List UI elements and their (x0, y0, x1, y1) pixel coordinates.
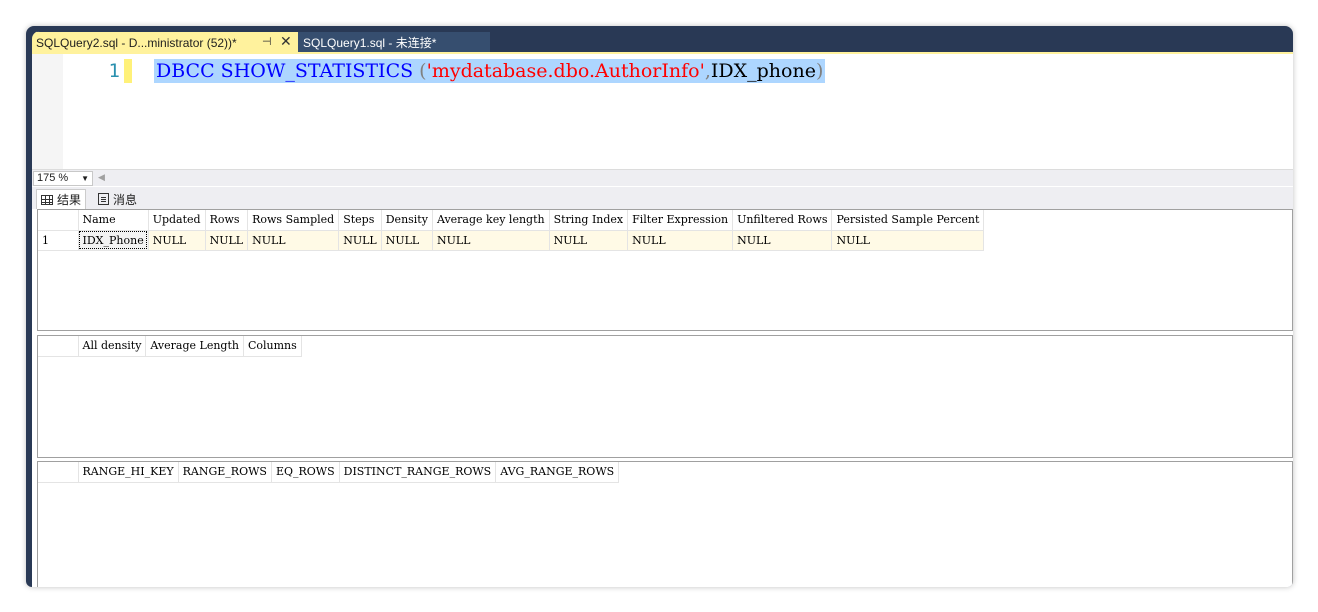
ssms-window: SQLQuery2.sql - D...ministrator (52))* ⊣… (26, 26, 1293, 587)
column-header[interactable]: All density (78, 336, 147, 357)
grid-corner[interactable] (38, 336, 79, 357)
document-tab-bar: SQLQuery2.sql - D...ministrator (52))* ⊣… (32, 31, 1293, 54)
row-number[interactable]: 1 (38, 230, 79, 251)
column-header[interactable]: Steps (338, 210, 382, 231)
string-literal: 'mydatabase.dbo.AuthorInfo' (426, 60, 705, 82)
zoom-bar: 175 % ▼ ◀ (32, 169, 1293, 186)
tab-results-label: 结果 (57, 193, 82, 207)
column-header[interactable]: Average Length (145, 336, 244, 357)
tab-messages[interactable]: 消息 (94, 189, 141, 209)
results-grid-1[interactable]: Name Updated Rows Rows Sampled Steps Den… (37, 209, 1293, 331)
column-header[interactable]: Average key length (432, 210, 550, 231)
grid-corner[interactable] (38, 462, 79, 483)
column-header[interactable]: Columns (243, 336, 302, 357)
identifier: IDX_phone (710, 60, 816, 82)
column-header[interactable]: Rows Sampled (247, 210, 340, 231)
grid2-header-row: All density Average Length Columns (38, 336, 302, 357)
table-cell[interactable]: NULL (549, 230, 629, 251)
table-cell[interactable]: NULL (627, 230, 734, 251)
pin-icon[interactable]: ⊣ (262, 35, 272, 48)
code-line-1[interactable]: DBCC SHOW_STATISTICS ('mydatabase.dbo.Au… (154, 59, 826, 83)
table-cell[interactable]: NULL (432, 230, 550, 251)
tab-results[interactable]: 结果 (36, 189, 87, 209)
zoom-dropdown[interactable]: 175 % ▼ (33, 171, 93, 186)
column-header[interactable]: Persisted Sample Percent (831, 210, 985, 231)
change-indicator (124, 59, 132, 83)
tab-sqlquery2-label: SQLQuery2.sql - D...ministrator (52))* (36, 35, 237, 50)
paren-close: ) (815, 60, 824, 82)
column-header[interactable]: AVG_RANGE_ROWS (495, 462, 620, 483)
results-grid-2[interactable]: All density Average Length Columns (37, 335, 1293, 458)
query-editor[interactable]: 1 DBCC SHOW_STATISTICS ('mydatabase.dbo.… (32, 54, 1293, 169)
keyword-show-statistics: SHOW_STATISTICS (220, 60, 414, 82)
table-row: 1 IDX_Phone NULL NULL NULL NULL NULL NUL… (38, 230, 985, 251)
table-cell[interactable]: NULL (831, 230, 985, 251)
zoom-value: 175 % (37, 172, 69, 184)
column-header[interactable]: Updated (148, 210, 206, 231)
close-icon[interactable]: ✕ (280, 33, 292, 50)
editor-gutter (32, 54, 63, 169)
line-number: 1 (108, 60, 120, 82)
column-header[interactable]: String Index (549, 210, 629, 231)
chevron-down-icon: ▼ (81, 174, 89, 183)
document-area: SQLQuery2.sql - D...ministrator (52))* ⊣… (32, 31, 1293, 587)
results-grid-3[interactable]: RANGE_HI_KEY RANGE_ROWS EQ_ROWS DISTINCT… (37, 461, 1293, 587)
column-header[interactable]: Density (381, 210, 433, 231)
table-cell[interactable]: NULL (148, 230, 206, 251)
table-cell[interactable]: NULL (205, 230, 249, 251)
tab-messages-label: 消息 (113, 192, 138, 207)
column-header[interactable]: RANGE_HI_KEY (78, 462, 179, 483)
grid3-header-row: RANGE_HI_KEY RANGE_ROWS EQ_ROWS DISTINCT… (38, 462, 620, 483)
column-header[interactable]: DISTINCT_RANGE_ROWS (339, 462, 497, 483)
table-cell[interactable]: NULL (338, 230, 382, 251)
table-cell[interactable]: IDX_Phone (78, 230, 149, 251)
scroll-left-icon[interactable]: ◀ (98, 172, 105, 183)
column-header[interactable]: Unfiltered Rows (732, 210, 833, 231)
tab-sqlquery1-label: SQLQuery1.sql - 未连接* (303, 36, 437, 50)
column-header[interactable]: RANGE_ROWS (178, 462, 272, 483)
tab-sqlquery2[interactable]: SQLQuery2.sql - D...ministrator (52))* ⊣… (32, 32, 298, 53)
column-header[interactable]: Name (78, 210, 149, 231)
grid-icon (41, 194, 53, 205)
results-tab-bar: 结果 消息 (32, 187, 1293, 209)
column-header[interactable]: EQ_ROWS (271, 462, 340, 483)
keyword-dbcc: DBCC (156, 60, 215, 82)
grid-corner[interactable] (38, 210, 79, 231)
table-cell[interactable]: NULL (732, 230, 833, 251)
column-header[interactable]: Filter Expression (627, 210, 734, 231)
table-cell[interactable]: NULL (247, 230, 340, 251)
tab-sqlquery1[interactable]: SQLQuery1.sql - 未连接* (298, 32, 490, 53)
paren-open: ( (419, 60, 427, 82)
table-cell[interactable]: NULL (381, 230, 433, 251)
column-header[interactable]: Rows (205, 210, 249, 231)
grid1-header-row: Name Updated Rows Rows Sampled Steps Den… (38, 210, 985, 231)
messages-icon (98, 193, 109, 205)
